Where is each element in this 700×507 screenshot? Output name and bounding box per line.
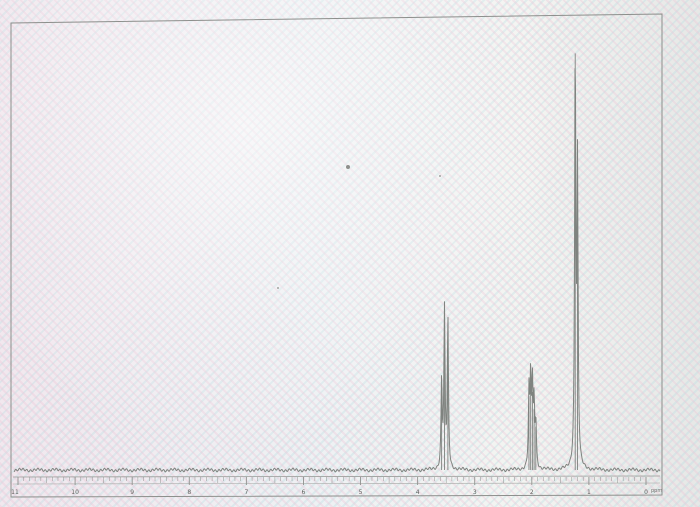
x-tick-label: 3: [473, 489, 477, 496]
x-tick-label: 1: [587, 489, 591, 496]
x-tick-label: 9: [130, 489, 134, 496]
plot-frame: [10, 13, 663, 498]
x-tick-label: 8: [187, 489, 191, 496]
dust-speck: [277, 287, 279, 289]
x-axis-unit-label: ppm: [651, 488, 662, 494]
x-tick-label: 6: [302, 489, 306, 496]
x-tick-label: 4: [416, 489, 420, 496]
nmr-spectrum-chart: 11 10 9 8 7 6 5 4 3 2 1 0 ppm: [10, 13, 663, 498]
spectrum-peaks: [441, 53, 578, 470]
nmr-spectrum-photo: 11 10 9 8 7 6 5 4 3 2 1 0 ppm: [0, 0, 700, 507]
axis-ruler-bottom: [12, 482, 661, 485]
dust-speck: [439, 175, 441, 177]
x-tick-label: 2: [530, 489, 534, 496]
x-tick-label: 11: [11, 489, 19, 496]
axis-ruler-top: [12, 475, 661, 478]
dust-speck: [346, 165, 350, 169]
x-tick-label: 0: [644, 489, 648, 496]
x-tick-label: 5: [359, 489, 363, 496]
x-tick-label: 10: [71, 489, 79, 496]
x-tick-label: 7: [244, 489, 248, 496]
spectrum-trace: [13, 68, 661, 473]
